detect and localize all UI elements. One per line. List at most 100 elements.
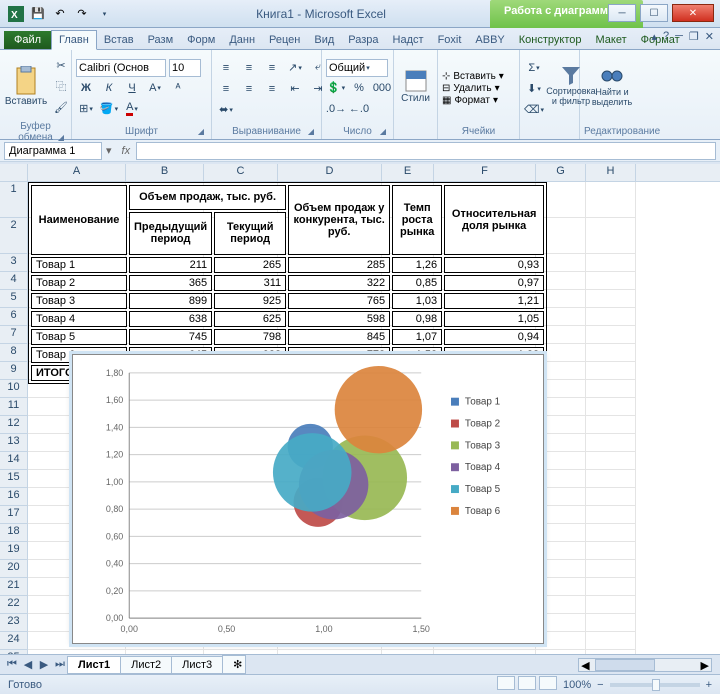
font-size-combo[interactable]: 10 — [169, 59, 201, 77]
align-middle-icon[interactable]: ≡ — [239, 58, 259, 78]
delete-cells-button[interactable]: ⊟ Удалить ▾ — [442, 83, 504, 94]
tab-developer[interactable]: Разра — [341, 31, 385, 49]
tab-insert[interactable]: Встав — [97, 31, 141, 49]
new-sheet-button[interactable]: ✻ — [222, 655, 246, 674]
tab-chart-design[interactable]: Конструктор — [512, 31, 589, 49]
tab-abbyy[interactable]: ABBY — [468, 31, 511, 49]
col-header-E[interactable]: E — [382, 164, 434, 181]
sheet-nav-first-icon[interactable]: ⏮ — [4, 658, 20, 671]
row-header-16[interactable]: 16 — [0, 488, 27, 506]
row-header-14[interactable]: 14 — [0, 452, 27, 470]
borders-icon[interactable]: ⊞ — [76, 99, 96, 119]
sheet-tab-2[interactable]: Лист2 — [120, 656, 172, 674]
formula-bar[interactable] — [136, 142, 716, 160]
col-header-G[interactable]: G — [536, 164, 586, 181]
underline-button[interactable]: Ч — [122, 78, 142, 98]
align-right-icon[interactable]: ≡ — [262, 79, 282, 99]
col-header-B[interactable]: B — [126, 164, 204, 181]
redo-icon[interactable]: ↷ — [72, 4, 92, 24]
cell-styles-button[interactable]: Стили — [398, 52, 433, 120]
sheet-nav-next-icon[interactable]: ▶ — [36, 658, 52, 671]
normal-view-icon[interactable] — [497, 676, 515, 690]
save-icon[interactable]: 💾 — [28, 4, 48, 24]
row-header-11[interactable]: 11 — [0, 398, 27, 416]
row-header-4[interactable]: 4 — [0, 272, 27, 290]
workbook-restore-icon[interactable]: ❐ — [689, 30, 699, 43]
row-header-18[interactable]: 18 — [0, 524, 27, 542]
namebox-dropdown-icon[interactable]: ▾ — [102, 144, 116, 157]
fill-color-icon[interactable]: 🪣 — [99, 99, 119, 119]
row-header-7[interactable]: 7 — [0, 326, 27, 344]
font-color-icon[interactable]: A — [122, 99, 142, 119]
row-header-1[interactable]: 1 — [0, 182, 27, 218]
excel-icon[interactable]: X — [6, 4, 26, 24]
cut-icon[interactable]: ✂ — [51, 55, 71, 75]
accounting-icon[interactable]: 💲 — [326, 78, 346, 98]
decrease-font-icon[interactable]: ᴬ — [168, 78, 188, 98]
col-header-D[interactable]: D — [278, 164, 382, 181]
tab-foxit[interactable]: Foxit — [431, 31, 469, 49]
zoom-out-icon[interactable]: − — [597, 679, 603, 691]
page-break-view-icon[interactable] — [539, 676, 557, 690]
orientation-icon[interactable]: ↗ — [285, 58, 305, 78]
zoom-level[interactable]: 100% — [563, 679, 591, 691]
tab-data[interactable]: Данн — [222, 31, 262, 49]
decrease-decimal-icon[interactable]: ←.0 — [349, 99, 369, 119]
col-header-A[interactable]: A — [28, 164, 126, 181]
row-header-20[interactable]: 20 — [0, 560, 27, 578]
align-top-icon[interactable]: ≡ — [216, 58, 236, 78]
row-header-10[interactable]: 10 — [0, 380, 27, 398]
row-header-12[interactable]: 12 — [0, 416, 27, 434]
workbook-close-icon[interactable]: ✕ — [705, 30, 714, 43]
autosum-icon[interactable]: Σ — [524, 58, 544, 78]
row-header-15[interactable]: 15 — [0, 470, 27, 488]
tab-view[interactable]: Вид — [307, 31, 341, 49]
tab-review[interactable]: Рецен — [262, 31, 307, 49]
col-header-F[interactable]: F — [434, 164, 536, 181]
copy-icon[interactable]: ⿻ — [51, 76, 71, 96]
zoom-in-icon[interactable]: + — [706, 679, 712, 691]
italic-button[interactable]: К — [99, 78, 119, 98]
percent-icon[interactable]: % — [349, 78, 369, 98]
bold-button[interactable]: Ж — [76, 78, 96, 98]
sheet-nav-prev-icon[interactable]: ◀ — [20, 658, 36, 671]
col-header-H[interactable]: H — [586, 164, 636, 181]
help-icon[interactable]: ? — [663, 30, 669, 43]
tab-formulas[interactable]: Форм — [180, 31, 222, 49]
page-layout-view-icon[interactable] — [518, 676, 536, 690]
embedded-chart[interactable]: 0,000,200,400,600,801,001,201,401,601,80… — [72, 354, 544, 644]
align-bottom-icon[interactable]: ≡ — [262, 58, 282, 78]
row-header-9[interactable]: 9 — [0, 362, 27, 380]
select-all-corner[interactable] — [0, 164, 27, 182]
col-header-C[interactable]: C — [204, 164, 278, 181]
horizontal-scrollbar[interactable]: ◀▶ — [578, 658, 712, 672]
minimize-ribbon-icon[interactable]: ▴ — [651, 30, 657, 43]
row-header-17[interactable]: 17 — [0, 506, 27, 524]
minimize-button[interactable]: ─ — [608, 4, 636, 22]
increase-decimal-icon[interactable]: .0→ — [326, 99, 346, 119]
number-format-combo[interactable]: Общий — [326, 59, 388, 77]
decrease-indent-icon[interactable]: ⇤ — [285, 79, 305, 99]
fx-icon[interactable]: fx — [116, 145, 137, 157]
row-header-13[interactable]: 13 — [0, 434, 27, 452]
tab-chart-layout[interactable]: Макет — [588, 31, 633, 49]
qat-customize-icon[interactable] — [94, 4, 114, 24]
merge-center-icon[interactable]: ⬌ — [216, 100, 236, 120]
align-left-icon[interactable]: ≡ — [216, 79, 236, 99]
close-button[interactable]: ✕ — [672, 4, 714, 22]
tab-addins[interactable]: Надст — [386, 31, 431, 49]
row-header-5[interactable]: 5 — [0, 290, 27, 308]
align-center-icon[interactable]: ≡ — [239, 79, 259, 99]
format-painter-icon[interactable]: 🖌 — [51, 97, 71, 117]
tab-page-layout[interactable]: Разм — [141, 31, 181, 49]
row-header-3[interactable]: 3 — [0, 254, 27, 272]
tab-file[interactable]: Файл — [4, 31, 51, 49]
row-header-8[interactable]: 8 — [0, 344, 27, 362]
row-header-19[interactable]: 19 — [0, 542, 27, 560]
sheet-tab-1[interactable]: Лист1 — [67, 656, 121, 674]
comma-icon[interactable]: 000 — [372, 78, 392, 98]
clear-icon[interactable]: ⌫ — [524, 100, 544, 120]
sheet-nav-last-icon[interactable]: ⏭ — [52, 658, 68, 671]
row-header-24[interactable]: 24 — [0, 632, 27, 650]
row-header-22[interactable]: 22 — [0, 596, 27, 614]
